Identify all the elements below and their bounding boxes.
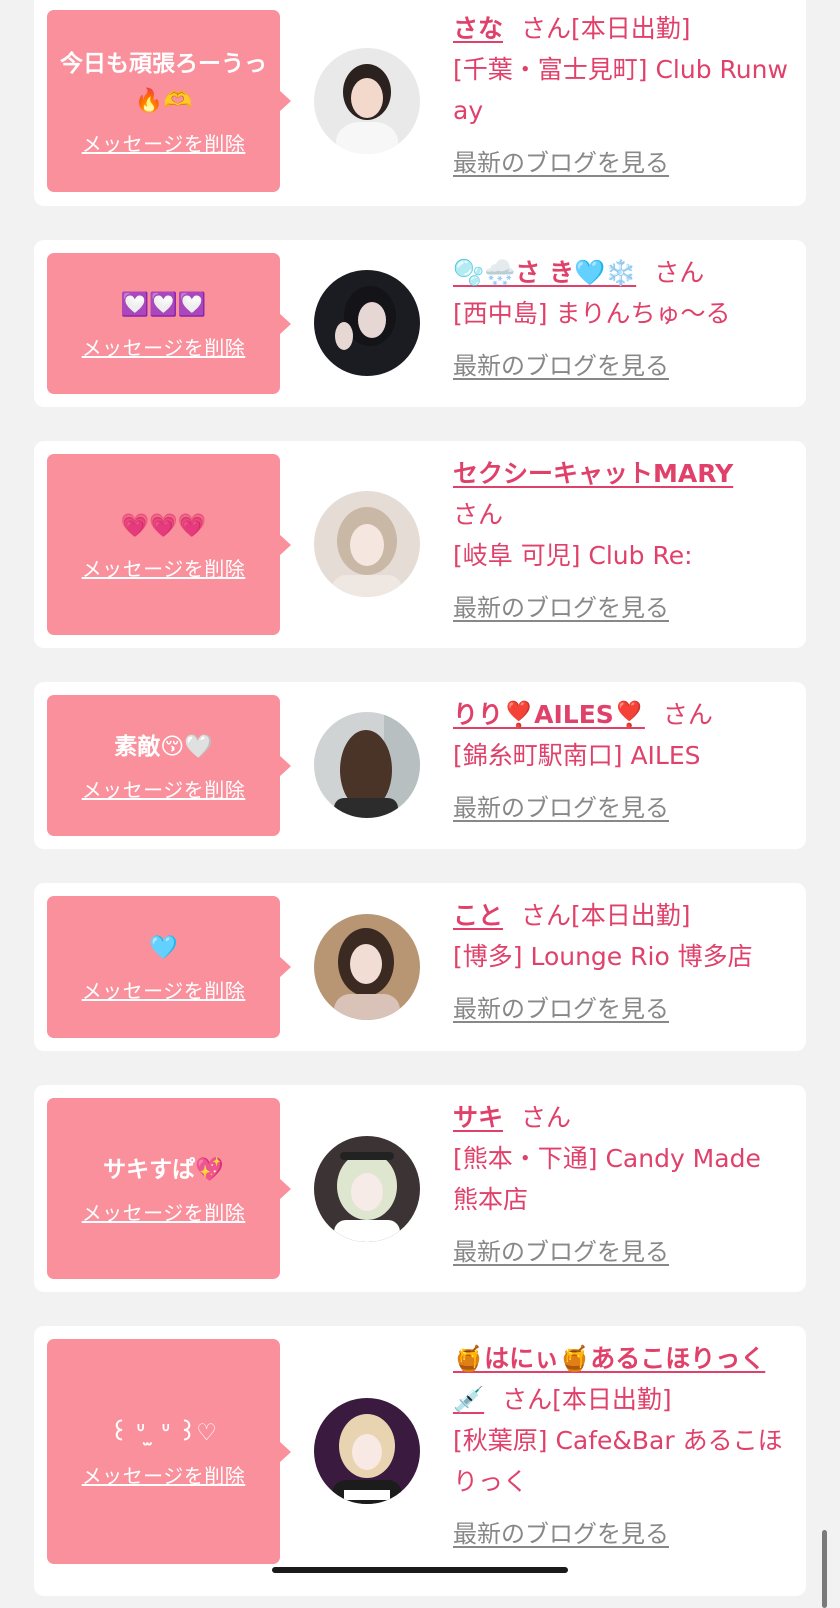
- latest-blog-link[interactable]: 最新のブログを見る: [453, 1514, 793, 1555]
- shop-label: [西中島] まりんちゅ〜る: [453, 299, 731, 328]
- girl-name-link[interactable]: 🫧🌨️さ き🩵❄️: [453, 258, 636, 287]
- latest-blog-link[interactable]: 最新のブログを見る: [453, 788, 793, 829]
- girl-name-link[interactable]: りり❣️AILES❣️: [453, 700, 645, 729]
- message-bubble: サキすぱ💖 メッセージを削除: [47, 1098, 291, 1279]
- latest-blog-link[interactable]: 最新のブログを見る: [453, 989, 793, 1030]
- honorific: さん: [453, 500, 504, 529]
- list-item: 🩵 メッセージを削除 こと さん[本日出勤] [博多] Lounge Rio 博多…: [34, 883, 806, 1051]
- avatar[interactable]: [314, 491, 420, 597]
- list-item: ꒰ ᐡ ̫ ᐡ ꒱♡ メッセージを削除 🍯はにぃ🍯あるこほりっく💉 さん[本日出勤…: [34, 1326, 806, 1596]
- avatar[interactable]: [314, 712, 420, 818]
- girl-info: さな さん[本日出勤] [千葉・富士見町] Club Runway 最新のブログを…: [453, 8, 793, 184]
- shop-label: [千葉・富士見町] Club Runway: [453, 55, 788, 125]
- shop-label: [錦糸町駅南口] AILES: [453, 741, 701, 770]
- avatar[interactable]: [314, 270, 420, 376]
- scrollbar[interactable]: [822, 1530, 827, 1608]
- delete-message-link[interactable]: メッセージを削除: [82, 332, 246, 361]
- message-bubble: 🩵 メッセージを削除: [47, 896, 291, 1038]
- latest-blog-link[interactable]: 最新のブログを見る: [453, 588, 793, 629]
- message-bubble: 素敵😚🤍 メッセージを削除: [47, 695, 291, 836]
- delete-message-link[interactable]: メッセージを削除: [82, 128, 246, 157]
- girl-info: セクシーキャットMARY さん [岐阜 可児] Club Re: 最新のブログを見…: [453, 453, 793, 629]
- message-bubble: 💟💟💟 メッセージを削除: [47, 253, 291, 394]
- status-badge: [本日出勤]: [571, 14, 691, 43]
- home-indicator: [272, 1567, 568, 1573]
- message-text: 今日も頑張ろーうっ🔥🫶: [60, 50, 267, 114]
- list-item: 💗💗💗 メッセージを削除 セクシーキャットMARY さん [岐阜 可児] Club…: [34, 441, 806, 648]
- message-text: サキすぱ💖: [103, 1156, 224, 1183]
- honorific: さん: [654, 258, 705, 287]
- avatar[interactable]: [314, 1136, 420, 1242]
- delete-message-link[interactable]: メッセージを削除: [82, 1197, 246, 1226]
- latest-blog-link[interactable]: 最新のブログを見る: [453, 1232, 793, 1273]
- latest-blog-link[interactable]: 最新のブログを見る: [453, 143, 793, 184]
- girl-name-link[interactable]: サキ: [453, 1103, 503, 1132]
- girl-info: こと さん[本日出勤] [博多] Lounge Rio 博多店 最新のブログを見る: [453, 895, 793, 1030]
- delete-message-link[interactable]: メッセージを削除: [82, 553, 246, 582]
- list-item: 💟💟💟 メッセージを削除 🫧🌨️さ き🩵❄️ さん [西中島] まりんちゅ〜る 最…: [34, 240, 806, 407]
- girl-name-link[interactable]: こと: [453, 901, 503, 930]
- honorific: さん: [662, 700, 713, 729]
- message-bubble: 💗💗💗 メッセージを削除: [47, 454, 291, 635]
- girl-info: 🍯はにぃ🍯あるこほりっく💉 さん[本日出勤] [秋葉原] Cafe&Bar あるこ…: [453, 1338, 793, 1555]
- list-item: 今日も頑張ろーうっ🔥🫶 メッセージを削除 さな さん[本日出勤] [千葉・富士見町…: [34, 0, 806, 206]
- avatar[interactable]: [314, 914, 420, 1020]
- avatar[interactable]: [314, 1398, 420, 1504]
- delete-message-link[interactable]: メッセージを削除: [82, 975, 246, 1004]
- shop-label: [岐阜 可児] Club Re:: [453, 541, 693, 570]
- girl-info: りり❣️AILES❣️ さん [錦糸町駅南口] AILES 最新のブログを見る: [453, 694, 793, 829]
- honorific: さん: [502, 1385, 553, 1414]
- shop-label: [博多] Lounge Rio 博多店: [453, 942, 753, 971]
- girl-info: サキ さん [熊本・下通] Candy Made 熊本店 最新のブログを見る: [453, 1097, 793, 1273]
- honorific: さん: [521, 1103, 572, 1132]
- list-item: サキすぱ💖 メッセージを削除 サキ さん [熊本・下通] Candy Made 熊…: [34, 1085, 806, 1292]
- status-badge: [本日出勤]: [552, 1385, 672, 1414]
- girl-name-link[interactable]: さな: [453, 14, 503, 43]
- latest-blog-link[interactable]: 最新のブログを見る: [453, 346, 793, 387]
- message-text: 💟💟💟: [120, 291, 207, 318]
- shop-label: [秋葉原] Cafe&Bar あるこほりっく: [453, 1426, 783, 1496]
- status-badge: [本日出勤]: [571, 901, 691, 930]
- message-text: 🩵: [149, 935, 178, 961]
- message-text: ꒰ ᐡ ̫ ᐡ ꒱♡: [110, 1419, 217, 1446]
- avatar[interactable]: [314, 48, 420, 154]
- message-bubble: 今日も頑張ろーうっ🔥🫶 メッセージを削除: [47, 10, 291, 192]
- girl-info: 🫧🌨️さ き🩵❄️ さん [西中島] まりんちゅ〜る 最新のブログを見る: [453, 252, 793, 387]
- delete-message-link[interactable]: メッセージを削除: [82, 1460, 246, 1489]
- shop-label: [熊本・下通] Candy Made 熊本店: [453, 1144, 761, 1214]
- message-text: 💗💗💗: [120, 512, 207, 539]
- message-bubble: ꒰ ᐡ ̫ ᐡ ꒱♡ メッセージを削除: [47, 1339, 291, 1564]
- delete-message-link[interactable]: メッセージを削除: [82, 774, 246, 803]
- girl-name-link[interactable]: セクシーキャットMARY: [453, 459, 733, 488]
- message-text: 素敵😚🤍: [114, 733, 213, 760]
- list-item: 素敵😚🤍 メッセージを削除 りり❣️AILES❣️ さん [錦糸町駅南口] AIL…: [34, 682, 806, 849]
- honorific: さん: [521, 901, 572, 930]
- honorific: さん: [521, 14, 572, 43]
